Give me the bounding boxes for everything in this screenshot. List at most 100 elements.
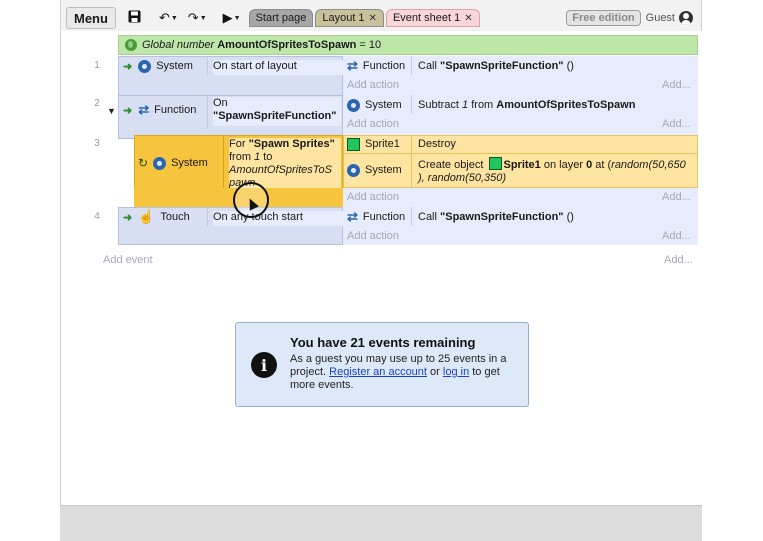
globe-icon <box>125 39 137 51</box>
for-keyword: For <box>229 138 246 150</box>
to-keyword: to <box>263 151 273 163</box>
free-edition-badge[interactable]: Free edition <box>566 10 641 26</box>
system-gear-icon <box>153 156 167 170</box>
action-amount: 1 <box>462 99 469 111</box>
event-2-action-1[interactable]: System <box>347 97 402 113</box>
collapse-arrow-icon[interactable]: ▼ <box>107 106 116 116</box>
divider <box>411 95 412 114</box>
loop-icon: ↻ <box>138 156 149 170</box>
event-number: 2 <box>94 98 100 109</box>
action-verb: Call <box>418 60 437 72</box>
event-number: 1 <box>94 60 100 71</box>
play-dropdown-icon[interactable]: ▼ <box>234 15 241 22</box>
tab-label: Start page <box>255 12 307 24</box>
add-more-link[interactable]: Add... <box>662 230 691 242</box>
event-4-action-1[interactable]: ⇄ Function <box>347 209 405 225</box>
function-icon: ⇄ <box>347 209 358 224</box>
loop-name: "Spawn Sprites" <box>248 138 335 150</box>
condition-text[interactable]: On any touch start <box>213 211 343 226</box>
action-text[interactable]: Create object Sprite1 on layer 0 at (ran… <box>418 157 696 185</box>
layer-value: 0 <box>586 159 593 171</box>
add-action-link[interactable]: Add action <box>347 191 399 203</box>
action-object: System <box>365 164 402 176</box>
close-icon[interactable]: ✕ <box>369 13 377 24</box>
global-var-type: Global number <box>142 39 215 51</box>
user-icon[interactable] <box>679 11 693 25</box>
trigger-arrow-icon: ➜ <box>123 60 133 73</box>
system-gear-icon <box>138 59 152 73</box>
action-object: Function <box>362 60 406 72</box>
action-object: Sprite1 <box>365 138 400 150</box>
sprite-icon <box>488 157 502 170</box>
event-3-condition[interactable]: ↻ System <box>138 155 208 171</box>
add-action-link[interactable]: Add action <box>347 118 399 130</box>
action-text[interactable]: Subtract 1 from AmountOfSpritesToSpawn <box>418 99 635 111</box>
condition-object: System <box>171 157 208 169</box>
trigger-arrow-icon: ➜ <box>123 211 133 224</box>
action-text[interactable]: Call "SpawnSpriteFunction" () <box>418 60 574 72</box>
add-more-link[interactable]: Add... <box>662 118 691 130</box>
add-more-link[interactable]: Add... <box>662 79 691 91</box>
action-param: AmountOfSpritesToSpawn <box>496 99 636 111</box>
condition-text[interactable]: On "SpawnSpriteFunction" <box>213 97 341 126</box>
tab-event-sheet-1[interactable]: Event sheet 1 ✕ <box>385 9 480 27</box>
close-icon[interactable]: ✕ <box>464 13 472 24</box>
login-link[interactable]: log in <box>443 366 469 378</box>
add-event-link[interactable]: Add event <box>103 254 153 266</box>
add-action-link[interactable]: Add action <box>347 79 399 91</box>
event-1-action-1[interactable]: ⇄ Function <box>347 58 405 74</box>
add-more-link[interactable]: Add... <box>664 254 693 266</box>
action-object: Function <box>362 211 406 223</box>
action-param: Sprite1 <box>503 159 541 171</box>
tab-start-page[interactable]: Start page <box>248 9 314 27</box>
action-param: "SpawnSpriteFunction" <box>440 211 564 223</box>
guest-label[interactable]: Guest <box>646 12 675 24</box>
divider <box>207 95 208 129</box>
condition-line: On <box>213 97 228 109</box>
action-text[interactable]: Call "SpawnSpriteFunction" () <box>418 211 574 223</box>
add-action-link[interactable]: Add action <box>347 230 399 242</box>
editor-frame: Menu ↶ ▼ ↷ ▼ ▶ ▼ Start page Layout 1 ✕ Ev… <box>60 0 703 541</box>
touch-icon: ☝ <box>138 209 155 224</box>
divider <box>207 207 208 226</box>
action-object: System <box>365 99 402 111</box>
event-number: 4 <box>94 211 100 222</box>
function-icon: ⇄ <box>347 58 358 73</box>
tab-layout-1[interactable]: Layout 1 ✕ <box>315 9 384 27</box>
global-var-value: = 10 <box>359 39 382 51</box>
function-icon: ⇄ <box>138 102 150 117</box>
action-verb: Subtract <box>418 99 459 111</box>
redo-dropdown-icon[interactable]: ▼ <box>200 15 207 22</box>
global-variable-row[interactable]: Global number AmountOfSpritesToSpawn = 1… <box>118 35 698 55</box>
divider <box>411 135 412 188</box>
event-3-action-1[interactable]: Sprite1 <box>347 136 400 152</box>
condition-object: Touch <box>160 211 190 223</box>
menu-button[interactable]: Menu <box>66 7 116 29</box>
event-3-action-2[interactable]: System <box>347 162 402 178</box>
notice-title: You have 21 events remaining <box>290 335 476 350</box>
trigger-arrow-icon: ➜ <box>123 104 133 117</box>
system-gear-icon <box>347 163 360 177</box>
condition-text[interactable]: On start of layout <box>213 60 343 75</box>
action-suffix: () <box>566 60 574 72</box>
event-2-condition[interactable]: ➜ ⇄ Function <box>123 102 196 118</box>
tab-label: Event sheet 1 <box>392 12 461 24</box>
save-icon[interactable] <box>124 10 145 26</box>
action-suffix: () <box>566 211 574 223</box>
action-text[interactable]: Destroy <box>418 138 456 150</box>
toolbar: Menu ↶ ▼ ↷ ▼ ▶ ▼ Start page Layout 1 ✕ Ev… <box>61 5 703 31</box>
sprite-icon <box>347 137 360 151</box>
action-verb: Call <box>418 211 437 223</box>
add-more-link[interactable]: Add... <box>662 191 691 203</box>
event-4-condition[interactable]: ➜ ☝ Touch <box>123 209 190 225</box>
action-param: "SpawnSpriteFunction" <box>440 60 564 72</box>
event-1-condition[interactable]: ➜ System <box>123 58 193 74</box>
register-link[interactable]: Register an account <box>329 366 427 378</box>
action-from: from <box>471 99 494 111</box>
at-keyword: at ( <box>595 159 612 171</box>
layer-keyword: on layer <box>543 159 583 171</box>
bottom-bar <box>60 505 702 541</box>
event-sheet: Global number AmountOfSpritesToSpawn = 1… <box>61 31 703 505</box>
undo-dropdown-icon[interactable]: ▼ <box>171 15 178 22</box>
condition-object: System <box>156 60 193 72</box>
